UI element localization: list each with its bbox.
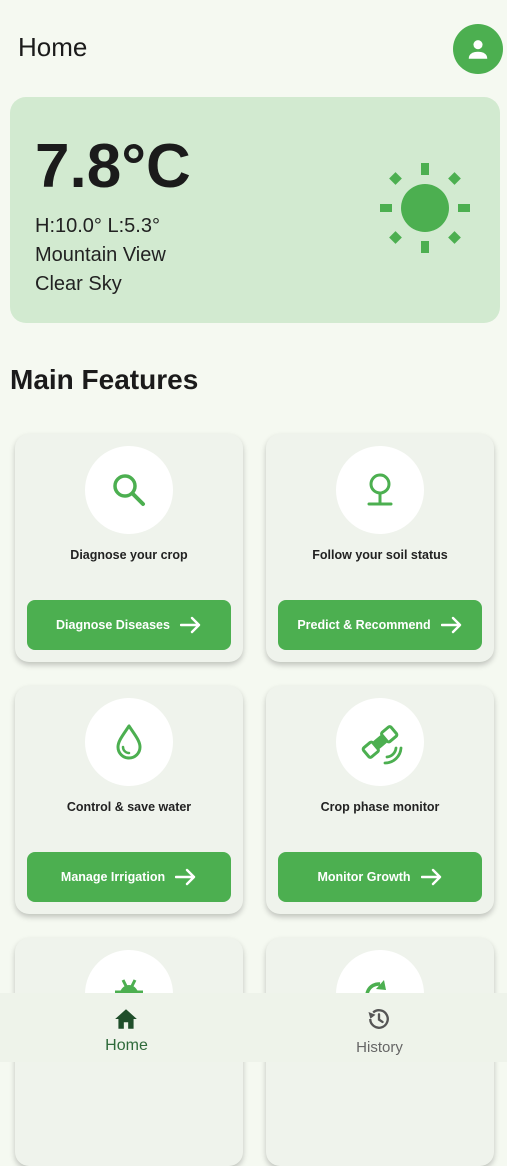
arrow-right-icon — [179, 616, 202, 634]
weather-condition: Clear Sky — [35, 273, 122, 295]
weather-card: 7.8°C H:10.0° L:5.3° Mountain View Clear… — [10, 97, 500, 323]
feature-icon-circle — [85, 446, 173, 534]
button-label: Diagnose Diseases — [56, 618, 170, 632]
satellite-icon — [361, 725, 403, 765]
arrow-right-icon — [420, 868, 443, 886]
app-bar: Home — [0, 0, 507, 100]
button-label: Predict & Recommend — [297, 618, 431, 632]
feature-icon-circle — [336, 446, 424, 534]
manage-irrigation-button[interactable]: Manage Irrigation — [27, 852, 231, 902]
monitor-growth-button[interactable]: Monitor Growth — [278, 852, 482, 902]
feature-description: Control & save water — [66, 800, 192, 814]
arrow-right-icon — [175, 868, 197, 886]
feature-card-soil: Follow your soil status Predict & Recomm… — [266, 434, 494, 662]
feature-description: Follow your soil status — [312, 548, 448, 562]
person-icon — [468, 40, 488, 59]
nav-label-history: History — [356, 1039, 403, 1056]
weather-location: Mountain View — [35, 244, 166, 266]
home-icon — [112, 1005, 140, 1033]
button-label: Monitor Growth — [317, 870, 411, 884]
feature-card-diagnose: Diagnose your crop Diagnose Diseases — [15, 434, 243, 662]
weather-temperature: 7.8°C — [35, 132, 191, 201]
history-icon — [365, 1005, 393, 1033]
bottom-nav: Home History — [0, 993, 507, 1062]
nav-label-home: Home — [105, 1037, 148, 1054]
button-label: Manage Irrigation — [60, 870, 166, 884]
nav-item-home[interactable]: Home — [0, 993, 253, 1062]
arrow-right-icon — [440, 616, 463, 634]
search-icon — [113, 474, 145, 506]
page-title: Home — [18, 32, 88, 62]
feature-icon-circle — [336, 698, 424, 786]
feature-card-growth: Crop phase monitor Monitor Growth — [266, 686, 494, 914]
diagnose-diseases-button[interactable]: Diagnose Diseases — [27, 600, 231, 650]
feature-icon-circle — [85, 698, 173, 786]
profile-avatar-button[interactable] — [453, 24, 503, 74]
section-title: Main Features — [10, 364, 199, 395]
feature-description: Crop phase monitor — [320, 800, 440, 814]
water-drop-icon — [116, 724, 142, 760]
predict-recommend-button[interactable]: Predict & Recommend — [278, 600, 482, 650]
nav-item-history[interactable]: History — [253, 993, 506, 1062]
sun-icon — [380, 163, 470, 253]
feature-description: Diagnose your crop — [70, 548, 188, 562]
plant-icon — [367, 473, 393, 506]
feature-card-irrigation: Control & save water Manage Irrigation — [15, 686, 243, 914]
weather-high-low: H:10.0° L:5.3° — [35, 215, 160, 237]
